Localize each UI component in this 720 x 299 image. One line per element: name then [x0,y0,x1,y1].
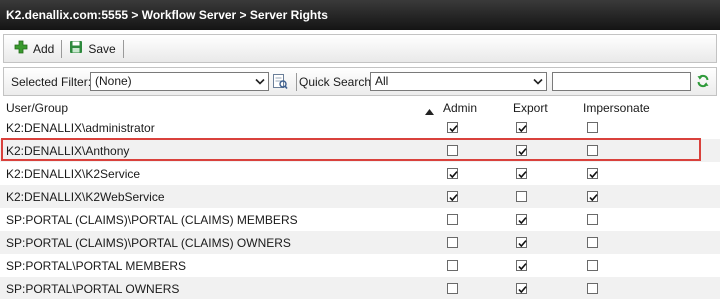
user-group-name: SP:PORTAL\PORTAL OWNERS [6,282,180,296]
quick-search-dropdown[interactable]: All [370,72,547,91]
quick-search-value: All [375,74,389,88]
admin-checkbox[interactable] [447,260,458,271]
title-bar: K2.denallix.com:5555 > Workflow Server >… [0,0,720,30]
selected-filter-dropdown[interactable]: (None) [90,72,269,91]
user-group-name: K2:DENALLIX\K2Service [6,167,141,181]
admin-checkbox[interactable] [447,168,458,179]
table-row[interactable]: K2:DENALLIX\K2WebService [0,185,720,208]
admin-checkbox[interactable] [447,145,458,156]
user-group-name: K2:DENALLIX\Anthony [6,144,130,158]
admin-checkbox[interactable] [447,122,458,133]
export-checkbox[interactable] [516,122,527,133]
impersonate-checkbox[interactable] [587,283,598,294]
save-button[interactable]: Save [65,38,119,60]
breadcrumb: K2.denallix.com:5555 > Workflow Server >… [6,8,328,22]
table-row[interactable]: SP:PORTAL (CLAIMS)\PORTAL (CLAIMS) OWNER… [0,231,720,254]
plus-icon [14,40,28,57]
impersonate-checkbox[interactable] [587,214,598,225]
table-row[interactable]: SP:PORTAL\PORTAL MEMBERS [0,254,720,277]
impersonate-checkbox[interactable] [587,237,598,248]
filter-edit-icon[interactable] [272,73,288,93]
export-checkbox[interactable] [516,191,527,202]
impersonate-checkbox[interactable] [587,260,598,271]
table-row[interactable]: SP:PORTAL\PORTAL OWNERS [0,277,720,299]
impersonate-checkbox[interactable] [587,191,598,202]
selected-filter-value: (None) [95,74,132,88]
impersonate-checkbox[interactable] [587,122,598,133]
filter-bar: Selected Filter: (None) Quick Search: Al… [3,67,717,96]
grid-header: User/Group Admin Export Impersonate [0,100,720,116]
filter-divider [296,73,297,91]
selected-filter-label: Selected Filter: [11,75,92,89]
toolbar: Add Save [3,34,717,63]
table-row[interactable]: K2:DENALLIX\K2Service [0,162,720,185]
admin-checkbox[interactable] [447,214,458,225]
admin-checkbox[interactable] [447,283,458,294]
impersonate-checkbox[interactable] [587,168,598,179]
save-icon [69,40,83,57]
quick-search-input[interactable] [552,72,691,91]
export-checkbox[interactable] [516,283,527,294]
table-row[interactable]: K2:DENALLIX\administrator [0,116,720,139]
admin-checkbox[interactable] [447,191,458,202]
export-checkbox[interactable] [516,214,527,225]
chevron-down-icon [533,78,543,85]
column-header-export[interactable]: Export [513,101,548,115]
add-label: Add [33,41,55,56]
export-checkbox[interactable] [516,168,527,179]
admin-checkbox[interactable] [447,237,458,248]
export-checkbox[interactable] [516,145,527,156]
refresh-icon[interactable] [696,74,710,91]
quick-search-label: Quick Search: [299,75,375,89]
add-button[interactable]: Add [10,38,58,60]
column-header-admin[interactable]: Admin [443,101,477,115]
toolbar-divider [122,39,124,58]
toolbar-divider [61,39,63,58]
export-checkbox[interactable] [516,260,527,271]
user-group-name: SP:PORTAL\PORTAL MEMBERS [6,259,187,273]
table-row[interactable]: K2:DENALLIX\Anthony [0,139,720,162]
impersonate-checkbox[interactable] [587,145,598,156]
export-checkbox[interactable] [516,237,527,248]
save-label: Save [88,41,116,56]
user-group-name: SP:PORTAL (CLAIMS)\PORTAL (CLAIMS) MEMBE… [6,213,298,227]
user-group-name: K2:DENALLIX\K2WebService [6,190,165,204]
chevron-down-icon [255,78,265,85]
user-group-name: SP:PORTAL (CLAIMS)\PORTAL (CLAIMS) OWNER… [6,236,291,250]
column-header-impersonate[interactable]: Impersonate [583,101,650,115]
table-row[interactable]: SP:PORTAL (CLAIMS)\PORTAL (CLAIMS) MEMBE… [0,208,720,231]
column-header-user-group[interactable]: User/Group [6,101,68,115]
user-group-name: K2:DENALLIX\administrator [6,121,155,135]
